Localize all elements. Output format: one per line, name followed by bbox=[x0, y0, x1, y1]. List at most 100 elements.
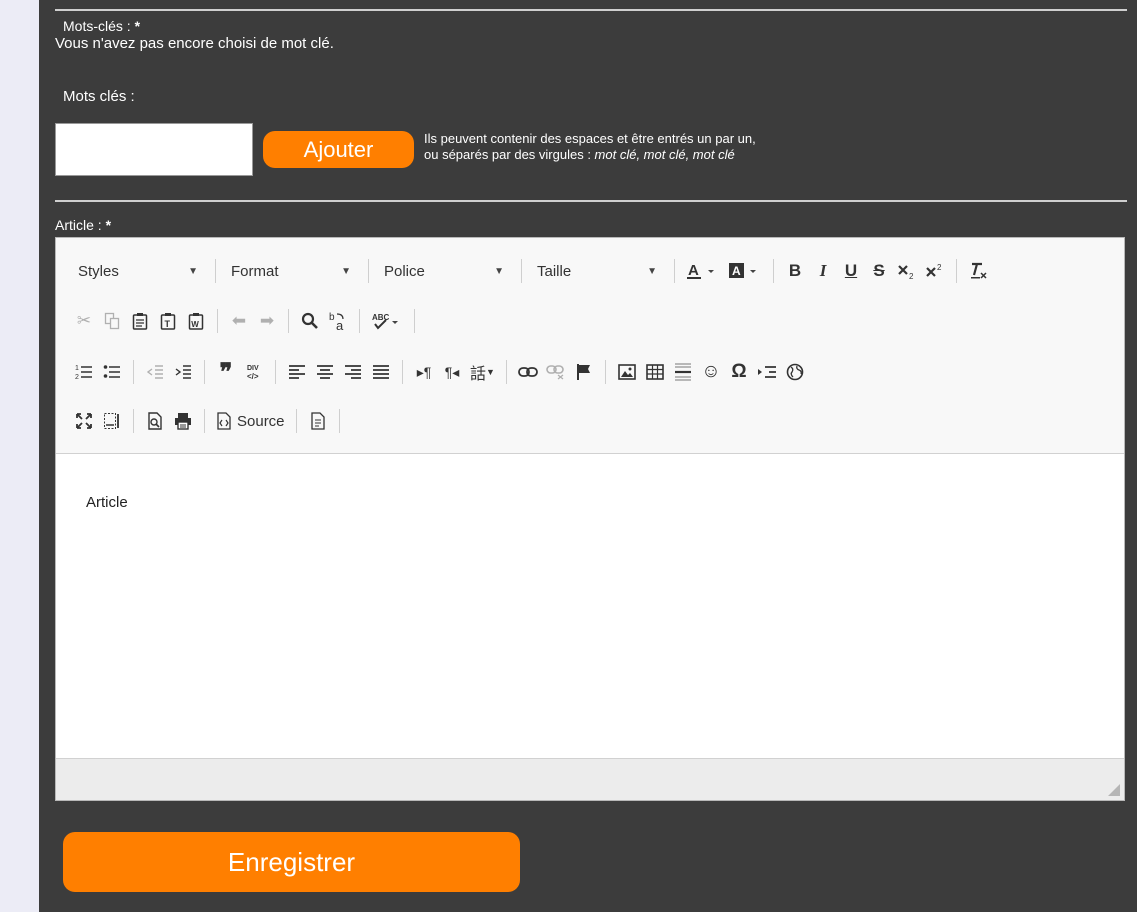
form-panel: Mots-clés : * Vous n'avez pas encore cho… bbox=[39, 0, 1137, 912]
show-blocks-button[interactable] bbox=[98, 406, 126, 436]
font-combo[interactable]: Police ▼ bbox=[376, 256, 514, 286]
svg-text:A: A bbox=[732, 264, 741, 278]
size-combo[interactable]: Taille ▼ bbox=[529, 256, 667, 286]
document-icon bbox=[310, 412, 325, 430]
redo-icon[interactable]: ➡ bbox=[253, 306, 281, 336]
paste-word-button[interactable]: W bbox=[182, 306, 210, 336]
replace-icon: ba bbox=[329, 312, 344, 332]
svg-text:a: a bbox=[336, 318, 344, 332]
bulleted-list-icon bbox=[103, 365, 120, 378]
maximize-icon bbox=[76, 413, 92, 429]
svg-text:T: T bbox=[165, 319, 171, 329]
maximize-button[interactable] bbox=[70, 406, 98, 436]
globe-icon bbox=[786, 363, 804, 381]
svg-text:A: A bbox=[688, 262, 699, 279]
toolbar-row: Source bbox=[70, 405, 347, 437]
outdent-icon bbox=[146, 365, 163, 379]
print-icon bbox=[175, 413, 191, 430]
create-div-button[interactable]: DIV </> bbox=[240, 357, 268, 387]
svg-text:2: 2 bbox=[909, 272, 914, 280]
keywords-hint: Ils peuvent contenir des espaces et être… bbox=[424, 131, 756, 162]
svg-text:W: W bbox=[191, 320, 199, 329]
keywords-empty-message: Vous n'avez pas encore choisi de mot clé… bbox=[55, 35, 334, 52]
strikethrough-button[interactable]: S bbox=[865, 256, 893, 286]
subscript-icon: 2 bbox=[898, 265, 914, 280]
format-combo[interactable]: Format ▼ bbox=[223, 256, 361, 286]
align-center-icon bbox=[317, 365, 333, 379]
align-right-icon bbox=[345, 365, 361, 379]
add-keyword-button[interactable]: Ajouter bbox=[263, 131, 414, 168]
editor-content-area[interactable]: Article bbox=[56, 454, 1124, 759]
text-color-button[interactable]: A bbox=[682, 256, 724, 286]
subscript-button[interactable]: 2 bbox=[893, 256, 921, 286]
special-char-icon[interactable]: Ω bbox=[725, 357, 753, 387]
save-button[interactable]: Enregistrer bbox=[63, 832, 520, 892]
language-icon[interactable]: 話 ▼ bbox=[466, 357, 499, 387]
superscript-button[interactable]: 2 bbox=[921, 256, 949, 286]
svg-text:2: 2 bbox=[75, 374, 79, 381]
remove-format-button[interactable] bbox=[964, 256, 992, 286]
iframe-button[interactable] bbox=[781, 357, 809, 387]
numbered-list-button[interactable]: 12 bbox=[70, 357, 98, 387]
cut-icon[interactable]: ✂ bbox=[70, 306, 98, 336]
bulleted-list-button[interactable] bbox=[98, 357, 126, 387]
ltr-icon[interactable]: ▸¶ bbox=[410, 357, 438, 387]
background-color-button[interactable]: A bbox=[724, 256, 766, 286]
horizontal-rule-button[interactable] bbox=[669, 357, 697, 387]
image-icon bbox=[618, 364, 636, 380]
outdent-button[interactable] bbox=[141, 357, 169, 387]
align-left-icon bbox=[289, 365, 305, 379]
toolbar-row: Styles ▼ Format ▼ Police ▼ Taille ▼ A A B I … bbox=[70, 255, 992, 287]
align-left-button[interactable] bbox=[283, 357, 311, 387]
smiley-icon[interactable]: ☺ bbox=[697, 357, 725, 387]
find-button[interactable] bbox=[296, 306, 324, 336]
resize-handle-icon[interactable] bbox=[1108, 784, 1120, 796]
copy-button[interactable] bbox=[98, 306, 126, 336]
keywords-input[interactable] bbox=[55, 123, 253, 176]
rich-text-editor: Styles ▼ Format ▼ Police ▼ Taille ▼ A A B I … bbox=[55, 237, 1125, 801]
toolbar-row: 12 ❞ DIV </> ▸¶ ¶◂ 話 ▼ ☺ Ω bbox=[70, 356, 809, 388]
preview-button[interactable] bbox=[141, 406, 169, 436]
align-center-button[interactable] bbox=[311, 357, 339, 387]
blockquote-icon[interactable]: ❞ bbox=[212, 357, 240, 387]
divider bbox=[55, 9, 1127, 11]
div-icon: DIV</> bbox=[247, 365, 259, 381]
indent-button[interactable] bbox=[169, 357, 197, 387]
source-label: Source bbox=[237, 412, 285, 430]
paste-word-icon: W bbox=[188, 313, 204, 330]
horizontal-rule-icon bbox=[674, 363, 691, 381]
undo-icon[interactable]: ⬅ bbox=[225, 306, 253, 336]
paste-text-button[interactable]: T bbox=[154, 306, 182, 336]
image-button[interactable] bbox=[613, 357, 641, 387]
paste-button[interactable] bbox=[126, 306, 154, 336]
text-color-icon: A bbox=[687, 262, 714, 279]
link-button[interactable] bbox=[514, 357, 542, 387]
rtl-icon[interactable]: ¶◂ bbox=[438, 357, 466, 387]
anchor-button[interactable] bbox=[570, 357, 598, 387]
unlink-icon bbox=[546, 365, 564, 380]
svg-text:2: 2 bbox=[937, 263, 942, 272]
table-button[interactable] bbox=[641, 357, 669, 387]
page-break-icon bbox=[757, 366, 776, 378]
justify-button[interactable] bbox=[367, 357, 395, 387]
templates-button[interactable] bbox=[304, 406, 332, 436]
print-button[interactable] bbox=[169, 406, 197, 436]
indent-icon bbox=[175, 365, 191, 379]
unlink-button[interactable] bbox=[542, 357, 570, 387]
underline-button[interactable]: U bbox=[837, 256, 865, 286]
bold-button[interactable]: B bbox=[781, 256, 809, 286]
toolbar-row: ✂ T W ⬅ ➡ b a ABC bbox=[70, 305, 422, 337]
spellcheck-button[interactable]: ABC bbox=[367, 306, 407, 336]
source-icon bbox=[217, 412, 231, 430]
replace-button[interactable]: ba bbox=[324, 306, 352, 336]
search-icon bbox=[301, 312, 318, 329]
align-right-button[interactable] bbox=[339, 357, 367, 387]
copy-icon bbox=[104, 312, 120, 330]
editor-status-bar bbox=[56, 758, 1124, 800]
page-break-button[interactable] bbox=[753, 357, 781, 387]
styles-combo[interactable]: Styles ▼ bbox=[70, 256, 208, 286]
italic-button[interactable]: I bbox=[809, 256, 837, 286]
remove-format-icon bbox=[971, 262, 987, 279]
table-icon bbox=[646, 364, 664, 380]
source-button[interactable]: Source bbox=[212, 406, 289, 436]
